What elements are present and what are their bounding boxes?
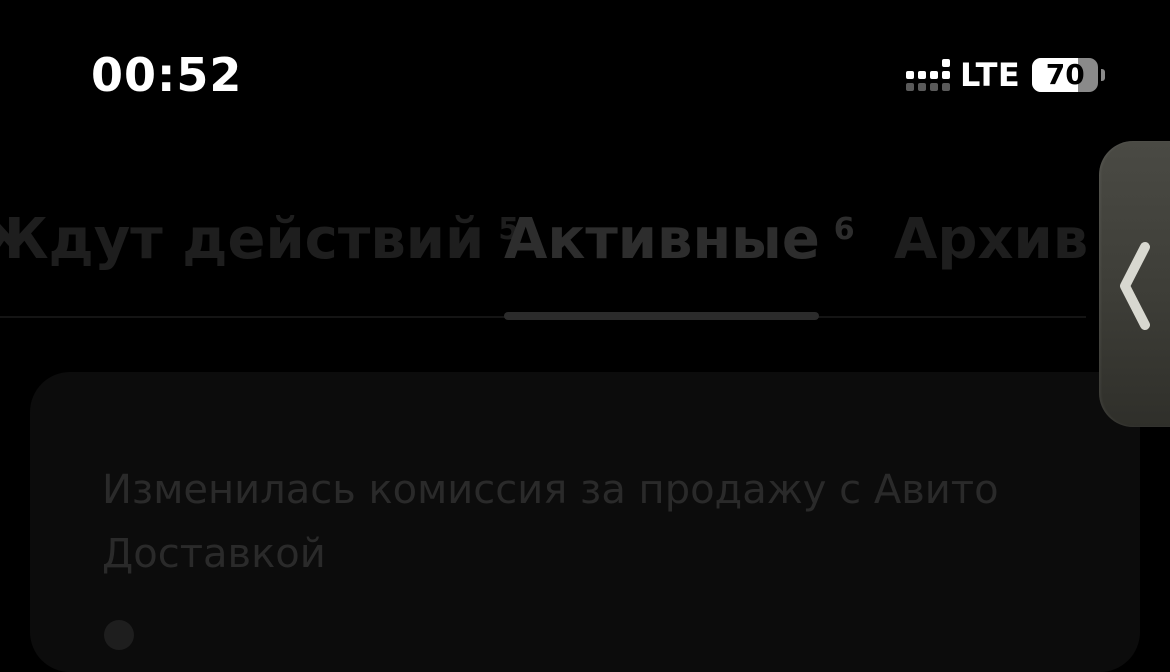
tab-label: Ждут действий: [0, 207, 485, 272]
notification-card[interactable]: Изменилась комиссия за продажу с Авито Д…: [30, 372, 1140, 672]
battery-percent: 70: [1045, 58, 1085, 91]
card-icon: [104, 620, 134, 650]
active-tab-indicator: [504, 312, 819, 320]
tab-label: Архив: [894, 207, 1089, 272]
network-type: LTE: [960, 56, 1021, 94]
status-indicators: LTE 70: [906, 56, 1106, 94]
status-time: 00:52: [91, 48, 243, 102]
tab-count: 6: [833, 212, 855, 247]
chevron-left-icon: [1120, 242, 1150, 330]
battery-icon: 70: [1032, 58, 1099, 92]
battery-cap: [1101, 69, 1106, 81]
cellular-signal-icon: [906, 59, 950, 91]
tab-bar: Ждут действий 5 Активные 6 Архив: [0, 195, 1090, 285]
tab-active[interactable]: Активные 6: [504, 195, 855, 285]
tab-label: Активные: [504, 207, 820, 272]
side-back-handle[interactable]: [1099, 141, 1170, 427]
tab-archive[interactable]: Архив: [894, 195, 1088, 285]
notification-message: Изменилась комиссия за продажу с Авито Д…: [102, 467, 999, 577]
tab-awaiting-action[interactable]: Ждут действий 5: [0, 195, 519, 285]
